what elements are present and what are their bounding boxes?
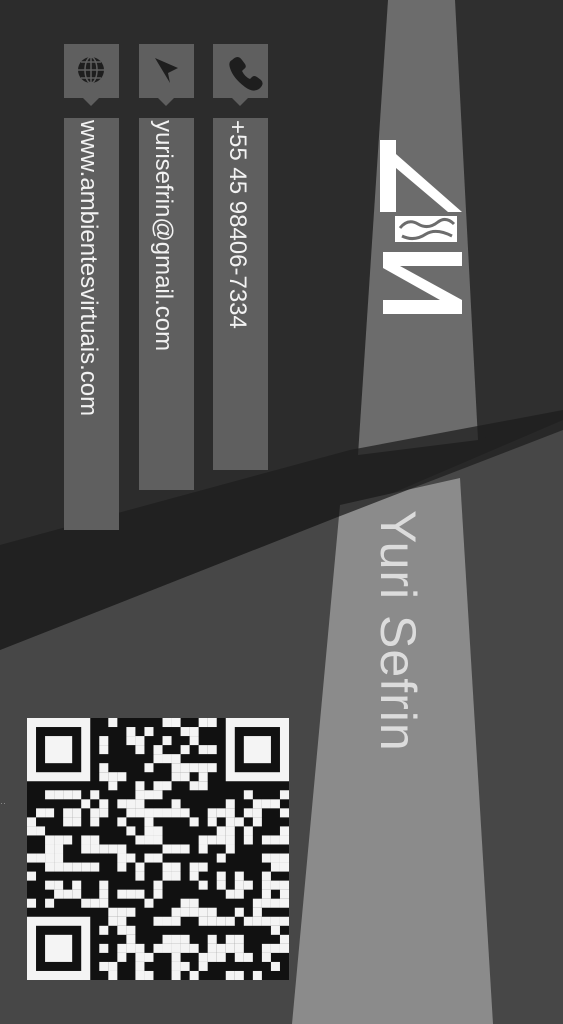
phone-number: +55 45 98406-7334: [224, 120, 251, 329]
edge-marks: ..: [0, 800, 6, 806]
qr-code: [27, 718, 289, 980]
globe-icon: [78, 56, 104, 84]
email-address: yurisefrin@gmail.com: [150, 120, 177, 352]
person-name: Yuri Sefrin: [370, 510, 426, 752]
website-url: www.ambientesvirtuais.com: [75, 120, 102, 417]
